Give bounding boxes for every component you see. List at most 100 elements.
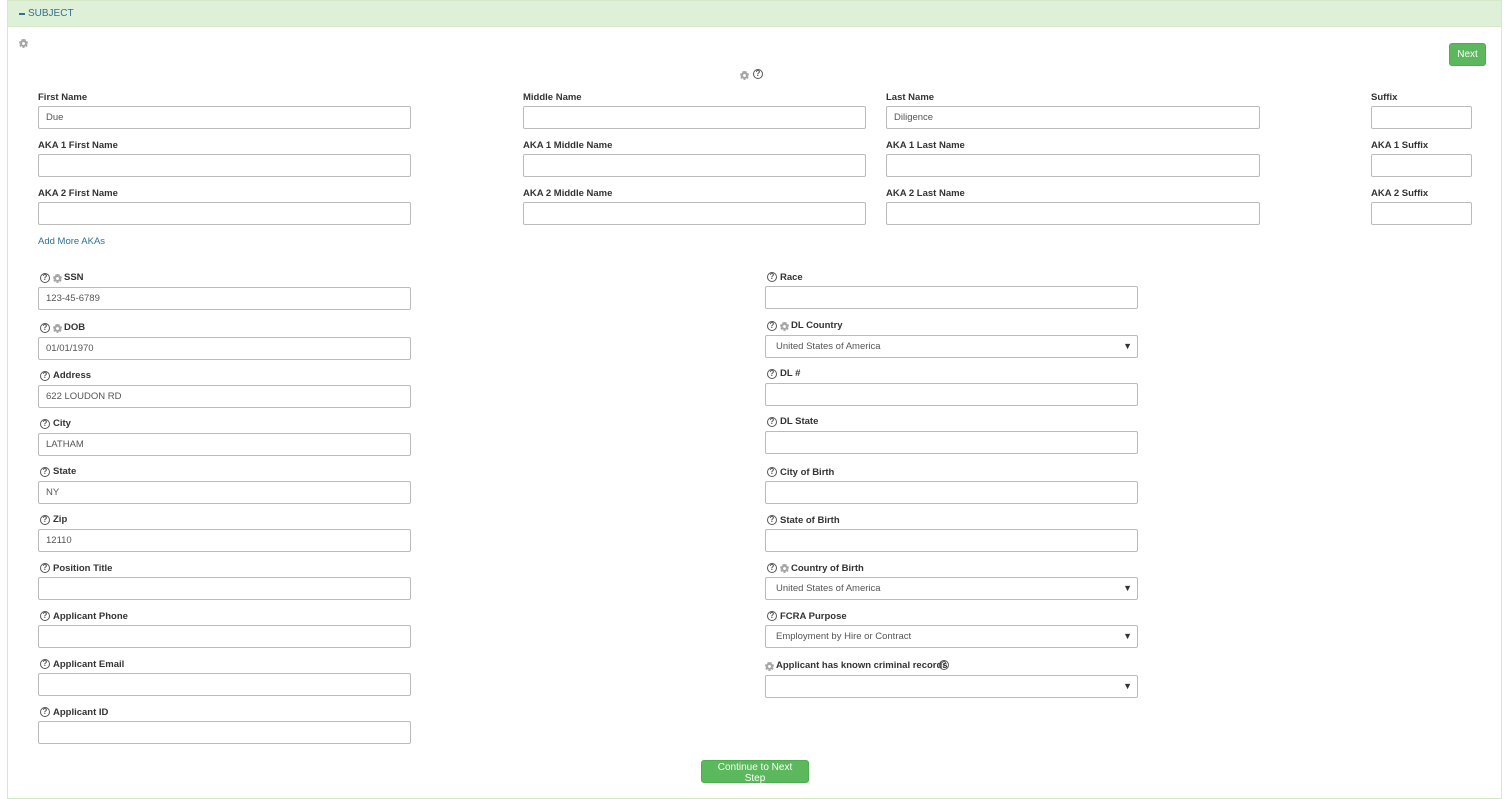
dl-state-label: DL State xyxy=(780,416,819,427)
aka1-first-name-input[interactable] xyxy=(38,154,411,177)
applicant-email-help-icon[interactable]: ? xyxy=(40,659,50,669)
criminal-records-caret-icon: ▼ xyxy=(1123,681,1132,691)
city-of-birth-label: City of Birth xyxy=(780,467,835,478)
position-title-input[interactable] xyxy=(38,577,411,600)
fcra-purpose-caret-icon: ▼ xyxy=(1123,631,1132,641)
dl-country-label: DL Country xyxy=(791,320,843,331)
city-help-icon[interactable]: ? xyxy=(40,419,50,429)
applicant-id-label: Applicant ID xyxy=(53,707,109,718)
collapse-icon xyxy=(19,12,25,15)
dob-label: DOB xyxy=(64,322,86,333)
dob-help-icon[interactable]: ? xyxy=(40,323,50,333)
dl-number-label: DL # xyxy=(780,368,801,379)
aka1-first-name-label: AKA 1 First Name xyxy=(38,140,118,151)
aka1-middle-name-input[interactable] xyxy=(523,154,866,177)
dob-input[interactable] xyxy=(38,337,411,360)
aka1-last-name-input[interactable] xyxy=(886,154,1260,177)
subject-toggle[interactable]: SUBJECT xyxy=(19,8,74,19)
city-input[interactable] xyxy=(38,433,411,456)
name-help-icon[interactable]: ? xyxy=(753,69,763,79)
middle-name-input[interactable] xyxy=(523,106,866,129)
dl-country-value: United States of America xyxy=(776,341,881,352)
last-name-input[interactable] xyxy=(886,106,1260,129)
section-title: SUBJECT xyxy=(28,8,74,19)
address-label: Address xyxy=(53,370,92,381)
applicant-phone-label: Applicant Phone xyxy=(53,611,128,622)
city-label: City xyxy=(53,418,71,429)
aka2-middle-name-label: AKA 2 Middle Name xyxy=(523,188,613,199)
suffix-label: Suffix xyxy=(1371,92,1398,103)
first-name-input[interactable] xyxy=(38,106,411,129)
race-input[interactable] xyxy=(765,286,1138,309)
aka2-first-name-label: AKA 2 First Name xyxy=(38,188,118,199)
aka2-last-name-input[interactable] xyxy=(886,202,1260,225)
city-of-birth-help-icon[interactable]: ? xyxy=(767,467,777,477)
dob-gear-icon[interactable] xyxy=(53,324,62,333)
country-of-birth-caret-icon: ▼ xyxy=(1123,583,1132,593)
address-help-icon[interactable]: ? xyxy=(40,371,50,381)
fcra-purpose-select[interactable]: Employment by Hire or Contract ▼ xyxy=(765,625,1138,648)
dl-number-input[interactable] xyxy=(765,383,1138,406)
suffix-input[interactable] xyxy=(1371,106,1472,129)
criminal-records-label: Applicant has known criminal records xyxy=(776,660,948,671)
ssn-help-icon[interactable]: ? xyxy=(40,273,50,283)
dl-country-gear-icon[interactable] xyxy=(780,322,789,331)
aka1-suffix-label: AKA 1 Suffix xyxy=(1371,140,1429,151)
country-of-birth-gear-icon[interactable] xyxy=(780,564,789,573)
dl-country-caret-icon: ▼ xyxy=(1123,341,1132,351)
criminal-records-gear-icon[interactable] xyxy=(765,662,774,671)
country-of-birth-label: Country of Birth xyxy=(791,563,864,574)
middle-name-label: Middle Name xyxy=(523,92,582,103)
subject-panel-header: SUBJECT xyxy=(8,0,1501,27)
next-button[interactable]: Next xyxy=(1449,43,1486,66)
aka2-last-name-label: AKA 2 Last Name xyxy=(886,188,965,199)
dl-number-help-icon[interactable]: ? xyxy=(767,369,777,379)
aka2-first-name-input[interactable] xyxy=(38,202,411,225)
name-settings-gear-icon[interactable] xyxy=(740,71,749,80)
applicant-phone-input[interactable] xyxy=(38,625,411,648)
position-title-help-icon[interactable]: ? xyxy=(40,563,50,573)
zip-help-icon[interactable]: ? xyxy=(40,515,50,525)
country-of-birth-help-icon[interactable]: ? xyxy=(767,563,777,573)
zip-input[interactable] xyxy=(38,529,411,552)
applicant-id-input[interactable] xyxy=(38,721,411,744)
ssn-label: SSN xyxy=(64,272,84,283)
fcra-purpose-help-icon[interactable]: ? xyxy=(767,611,777,621)
zip-label: Zip xyxy=(53,514,68,525)
aka2-suffix-label: AKA 2 Suffix xyxy=(1371,188,1429,199)
fcra-purpose-value: Employment by Hire or Contract xyxy=(776,631,912,642)
ssn-gear-icon[interactable] xyxy=(53,274,62,283)
state-of-birth-help-icon[interactable]: ? xyxy=(767,515,777,525)
position-title-label: Position Title xyxy=(53,563,113,574)
criminal-records-help-icon[interactable]: ? xyxy=(939,660,949,670)
aka1-suffix-input[interactable] xyxy=(1371,154,1472,177)
continue-to-next-step-button[interactable]: Continue to Next Step xyxy=(701,760,809,784)
aka1-last-name-label: AKA 1 Last Name xyxy=(886,140,965,151)
applicant-email-label: Applicant Email xyxy=(53,659,125,670)
state-input[interactable] xyxy=(38,481,411,504)
city-of-birth-input[interactable] xyxy=(765,481,1138,504)
ssn-input[interactable] xyxy=(38,287,411,310)
applicant-email-input[interactable] xyxy=(38,673,411,696)
aka2-suffix-input[interactable] xyxy=(1371,202,1472,225)
dl-state-help-icon[interactable]: ? xyxy=(767,417,777,427)
dl-country-select[interactable]: United States of America ▼ xyxy=(765,335,1138,358)
applicant-phone-help-icon[interactable]: ? xyxy=(40,611,50,621)
dl-country-help-icon[interactable]: ? xyxy=(767,321,777,331)
add-more-akas-link[interactable]: Add More AKAs xyxy=(38,236,105,247)
state-label: State xyxy=(53,466,77,477)
dl-state-input[interactable] xyxy=(765,431,1138,454)
aka2-middle-name-input[interactable] xyxy=(523,202,866,225)
race-help-icon[interactable]: ? xyxy=(767,272,777,282)
state-help-icon[interactable]: ? xyxy=(40,467,50,477)
state-of-birth-input[interactable] xyxy=(765,529,1138,552)
applicant-id-help-icon[interactable]: ? xyxy=(40,707,50,717)
criminal-records-select[interactable]: ▼ xyxy=(765,675,1138,698)
settings-gear-icon[interactable] xyxy=(19,39,28,48)
state-of-birth-label: State of Birth xyxy=(780,515,840,526)
aka1-middle-name-label: AKA 1 Middle Name xyxy=(523,140,613,151)
country-of-birth-select[interactable]: United States of America ▼ xyxy=(765,577,1138,600)
fcra-purpose-label: FCRA Purpose xyxy=(780,611,847,622)
last-name-label: Last Name xyxy=(886,92,935,103)
address-input[interactable] xyxy=(38,385,411,408)
